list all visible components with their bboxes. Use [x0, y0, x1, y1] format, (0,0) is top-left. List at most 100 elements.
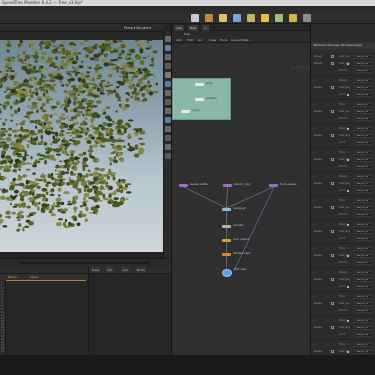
leaf — [51, 182, 58, 187]
graph-node[interactable] — [223, 184, 232, 187]
parameter-checkbox[interactable] — [331, 254, 334, 257]
leaf — [113, 49, 119, 53]
leaf — [105, 138, 110, 142]
parameter-value-field[interactable]: Tree_Ld_34 — [354, 319, 373, 323]
parameter-value-field[interactable]: Tree_Ld_38 — [354, 350, 373, 354]
graph-node[interactable] — [222, 269, 232, 277]
parameter-checkbox[interactable] — [331, 230, 334, 233]
parameter-value-field[interactable]: Tree_Ld_21 — [354, 213, 373, 217]
reference-wire — [233, 186, 275, 272]
parameter-value-field[interactable]: Tree_Ld_25 — [354, 247, 373, 251]
parameter-value-field[interactable]: Tree_Ld_05 — [354, 86, 373, 90]
geometry-icon[interactable] — [205, 14, 213, 22]
parameter-checkbox[interactable] — [331, 278, 334, 281]
graph-node[interactable] — [222, 208, 231, 211]
grid-icon[interactable] — [303, 14, 311, 22]
parameter-value-field[interactable]: Tree_Ld_20 — [354, 206, 373, 210]
leaf — [45, 191, 49, 195]
parameter-checkbox[interactable] — [331, 158, 334, 161]
parameter-value-field[interactable]: Tree_Ld_26 — [354, 254, 373, 258]
parameter-value-field[interactable]: Tree_Ld_27 — [354, 261, 373, 265]
parameter-value-field[interactable]: Tree_Ld_09 — [354, 117, 373, 121]
details-tab[interactable]: Attr — [106, 267, 114, 273]
leaf — [138, 137, 143, 140]
parameter-value-field[interactable]: Tree_Ld_06 — [354, 93, 373, 97]
graph-node[interactable] — [179, 184, 188, 187]
toggle-icon[interactable] — [347, 286, 349, 288]
viewport-header[interactable]: Persp ▾ No cam ▾ — [0, 24, 163, 32]
light-icon[interactable] — [219, 14, 227, 22]
parameter-value-field[interactable]: Tree_Ld_13 — [354, 151, 373, 155]
parameter-value-field[interactable]: Tree_Ld_10 — [354, 127, 373, 131]
parameter-checkbox[interactable] — [331, 55, 334, 58]
details-tab[interactable]: Data — [91, 267, 101, 273]
parameter-value-field[interactable]: Tree_Ld_14 — [354, 158, 373, 162]
parameter-value-field[interactable]: Tree_Ld_31 — [354, 295, 373, 299]
parameter-value-field[interactable]: Tree_Ld_18 — [354, 189, 373, 193]
parameter-value-field[interactable]: Tree_Ld_16 — [354, 175, 373, 179]
parameter-value-field[interactable]: Tree_Ld_33 — [354, 309, 373, 313]
parameter-checkbox[interactable] — [331, 86, 334, 89]
parameter-value-field[interactable]: Tree_Ld_11 — [354, 134, 373, 138]
parameter-checkbox[interactable] — [331, 350, 334, 353]
leaf — [71, 92, 76, 95]
graph-node[interactable] — [222, 253, 231, 256]
parameter-value-field[interactable]: Tree_Ld_28 — [354, 271, 373, 275]
parameter-checkbox[interactable] — [331, 110, 334, 113]
parameter-value-field[interactable]: Tree_Ld_15 — [354, 165, 373, 169]
parameter-checkbox[interactable] — [331, 302, 334, 305]
parameter-value-field[interactable]: Tree_Ld_36 — [354, 333, 373, 337]
toggle-icon[interactable] — [347, 159, 349, 161]
parameter-value-field[interactable]: Tree_Ld_30 — [354, 285, 373, 289]
3d-viewport[interactable] — [0, 40, 163, 252]
details-tab[interactable]: Geo — [121, 267, 130, 273]
node-graph[interactable]: Geometry grid1 scatter1 copy1 leaves_scatt… — [172, 43, 311, 355]
graph-node[interactable] — [269, 184, 278, 187]
parameter-value-field[interactable]: Tree_Ld_03 — [354, 69, 373, 73]
leaf — [55, 173, 61, 175]
graph-node[interactable] — [222, 225, 231, 228]
parameter-value-field[interactable]: Tree_Ld_23 — [354, 230, 373, 234]
parameter-checkbox[interactable] — [331, 206, 334, 209]
parameter-value-field[interactable]: Tree_Ld_01 — [354, 55, 373, 59]
toggle-icon[interactable] — [347, 351, 349, 353]
toggle-icon[interactable] — [347, 128, 349, 130]
parameter-value-field[interactable]: Tree_Ld_08 — [354, 110, 373, 114]
graph-node[interactable] — [222, 239, 231, 242]
toggle-icon[interactable] — [347, 63, 349, 65]
parameter-value-field[interactable]: Tree_Ld_12 — [354, 141, 373, 145]
parameter-value-field[interactable]: Tree_Ld_02 — [354, 62, 373, 66]
sphere-icon[interactable] — [191, 14, 199, 22]
toggle-icon[interactable] — [347, 190, 349, 192]
parameter-checkbox[interactable] — [331, 182, 334, 185]
render-icon[interactable] — [247, 14, 255, 22]
parameter-value-field[interactable]: Tree_Ld_17 — [354, 182, 373, 186]
parameter-checkbox[interactable] — [331, 134, 334, 137]
camera-icon[interactable] — [233, 14, 241, 22]
sky-icon[interactable] — [275, 14, 283, 22]
parameter-value-field[interactable]: Tree_Ld_32 — [354, 302, 373, 306]
parameter-checkbox[interactable] — [331, 62, 334, 65]
viewport-camera-menu[interactable]: Persp ▾ No cam ▾ — [124, 24, 151, 32]
parameter-value-field[interactable]: Tree_Ld_22 — [354, 223, 373, 227]
parameter-checkbox[interactable] — [331, 326, 334, 329]
parameter-value-field[interactable]: Tree_Ld_19 — [354, 199, 373, 203]
timeline-track[interactable] — [20, 262, 150, 264]
parameter-value-field[interactable]: Tree_Ld_24 — [354, 237, 373, 241]
sun-icon[interactable] — [261, 14, 269, 22]
toggle-icon[interactable] — [347, 94, 349, 96]
toggle-icon[interactable] — [347, 255, 349, 257]
leaf — [25, 179, 29, 185]
parameter-value-field[interactable]: Tree_Ld_07 — [354, 103, 373, 107]
parameter-value-field[interactable]: Tree_Ld_29 — [354, 278, 373, 282]
details-tab[interactable]: Node — [136, 267, 146, 273]
star-icon[interactable] — [289, 14, 297, 22]
spreadsheet-toolbar[interactable] — [0, 266, 88, 274]
parameter-value-field[interactable]: Tree_Ld_35 — [354, 326, 373, 330]
playbar-timeline[interactable] — [0, 258, 171, 266]
parameter-value-field[interactable]: Tree_Ld_37 — [354, 343, 373, 347]
parameter-name: Trunk — [339, 333, 346, 336]
toggle-icon[interactable] — [347, 224, 349, 226]
toggle-icon[interactable] — [347, 320, 349, 322]
parameter-value-field[interactable]: Tree_Ld_04 — [354, 79, 373, 83]
